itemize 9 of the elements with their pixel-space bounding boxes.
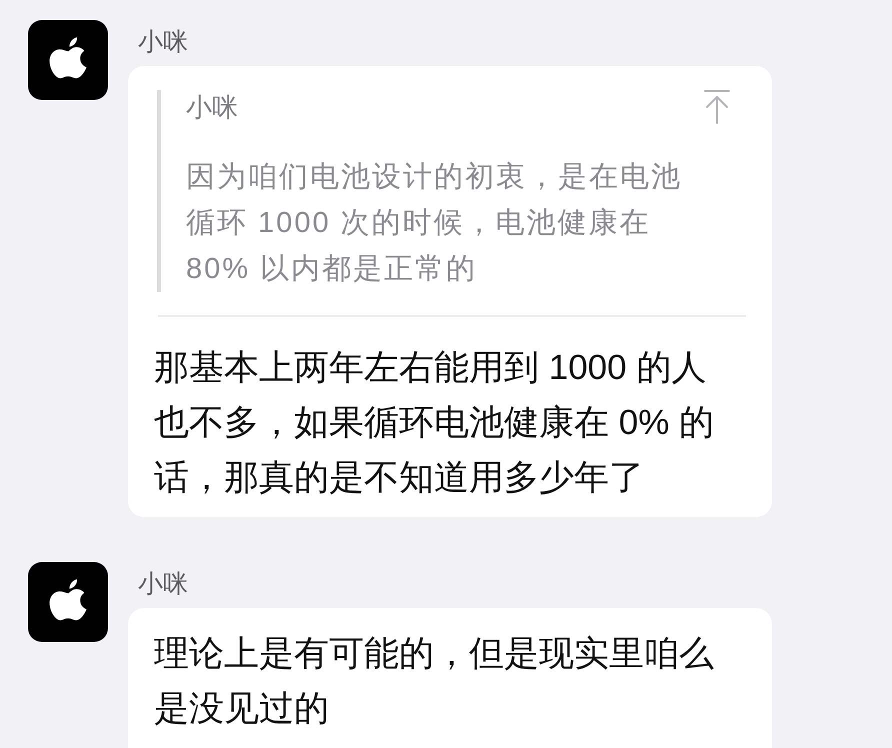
quoted-message-text: 因为咱们电池设计的初衷，是在电池循环 1000 次的时候，电池健康在 80% 以内都是正常的 xyxy=(186,160,683,287)
sender-name: 小咪 xyxy=(137,569,189,600)
arrow-up-to-line-icon[interactable] xyxy=(704,90,730,124)
apple-avatar-icon xyxy=(28,562,108,642)
message-text: 那基本上两年左右能用到 1000 的人也不多，如果循环电池健康在 0% 的话，那真的是不知道用多少年了 xyxy=(154,347,716,499)
message-text: 理论上是有可能的，但是现实里咱么是没见过的 xyxy=(154,633,715,730)
apple-avatar-icon xyxy=(28,20,108,100)
quoted-sender-name: 小咪 xyxy=(186,91,239,124)
sender-name: 小咪 xyxy=(137,27,189,58)
